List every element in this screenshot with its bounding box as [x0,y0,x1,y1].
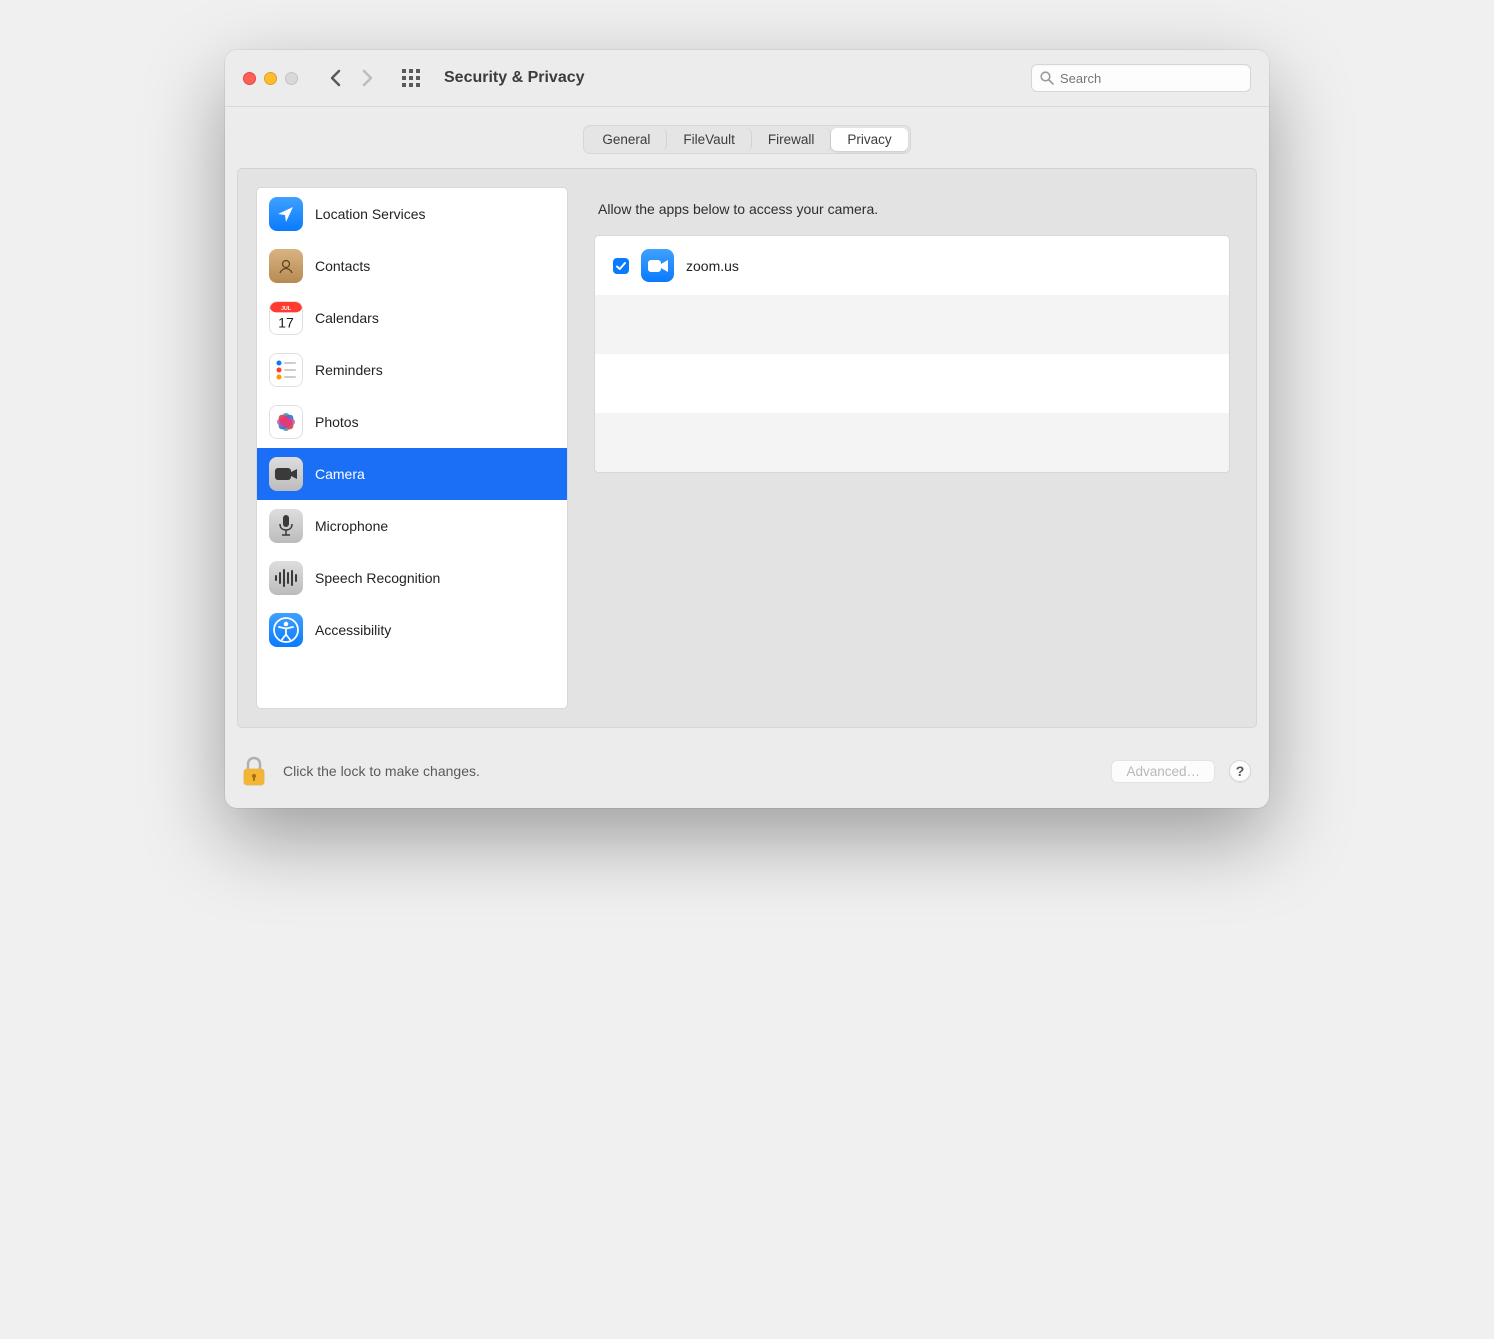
search-input[interactable] [1060,71,1242,86]
svg-text:JUL: JUL [281,306,291,312]
app-row: zoom.us [595,236,1229,295]
forward-button[interactable] [358,69,376,87]
app-checkbox[interactable] [613,258,629,274]
nav-buttons [326,69,376,87]
location-arrow-icon [269,197,303,231]
advanced-button[interactable]: Advanced… [1111,760,1215,783]
sidebar-item-camera[interactable]: Camera [257,448,567,500]
minimize-window-button[interactable] [264,72,277,85]
sidebar: Location Services Contacts JUL 17 Calenda… [256,187,568,709]
sidebar-item-label: Speech Recognition [315,570,440,586]
check-icon [615,260,627,272]
sidebar-item-label: Reminders [315,362,383,378]
tab-general[interactable]: General [586,128,667,151]
window-title: Security & Privacy [444,69,585,87]
svg-text:17: 17 [278,314,294,330]
search-icon [1040,71,1054,85]
maximize-window-button [285,72,298,85]
sidebar-item-label: Microphone [315,518,388,534]
sidebar-item-label: Contacts [315,258,370,274]
app-name: zoom.us [686,258,739,274]
sidebar-item-contacts[interactable]: Contacts [257,240,567,292]
help-button[interactable]: ? [1229,760,1251,782]
calendar-icon: JUL 17 [269,301,303,335]
preferences-window: Security & Privacy General FileVault Fir… [225,50,1269,808]
sidebar-item-microphone[interactable]: Microphone [257,500,567,552]
chevron-right-icon [361,69,374,87]
search-box[interactable] [1031,64,1251,92]
back-button[interactable] [326,69,344,87]
titlebar: Security & Privacy [225,50,1269,107]
chevron-left-icon [329,69,342,87]
sidebar-item-label: Location Services [315,206,426,222]
app-row-empty [595,413,1229,472]
zoom-app-icon [641,249,674,282]
sidebar-item-label: Camera [315,466,365,482]
sidebar-item-reminders[interactable]: Reminders [257,344,567,396]
sidebar-item-photos[interactable]: Photos [257,396,567,448]
sidebar-item-label: Accessibility [315,622,391,638]
contacts-icon [269,249,303,283]
lock-button[interactable] [239,754,269,788]
lock-icon [239,754,269,788]
sidebar-item-label: Photos [315,414,359,430]
camera-icon [269,457,303,491]
tabbar-wrap: General FileVault Firewall Privacy [225,107,1269,168]
tab-firewall[interactable]: Firewall [752,128,832,151]
reminders-icon [269,353,303,387]
lock-text: Click the lock to make changes. [283,763,1097,779]
body-area: Location Services Contacts JUL 17 Calenda… [237,168,1257,728]
photos-icon [269,405,303,439]
sidebar-item-label: Calendars [315,310,379,326]
content-panel: Allow the apps below to access your came… [580,187,1244,709]
accessibility-icon [269,613,303,647]
app-row-empty [595,354,1229,413]
tab-privacy[interactable]: Privacy [831,128,907,151]
content-heading: Allow the apps below to access your came… [598,201,1230,217]
sidebar-item-location-services[interactable]: Location Services [257,188,567,240]
footer: Click the lock to make changes. Advanced… [225,746,1269,808]
microphone-icon [269,509,303,543]
app-row-empty [595,295,1229,354]
tab-filevault[interactable]: FileVault [667,128,752,151]
sidebar-item-calendars[interactable]: JUL 17 Calendars [257,292,567,344]
show-all-button[interactable] [402,69,420,87]
app-list: zoom.us [594,235,1230,473]
traffic-lights [243,72,298,85]
sidebar-item-speech-recognition[interactable]: Speech Recognition [257,552,567,604]
speech-icon [269,561,303,595]
grid-icon [402,69,420,87]
sidebar-item-accessibility[interactable]: Accessibility [257,604,567,656]
close-window-button[interactable] [243,72,256,85]
tabbar: General FileVault Firewall Privacy [583,125,910,154]
